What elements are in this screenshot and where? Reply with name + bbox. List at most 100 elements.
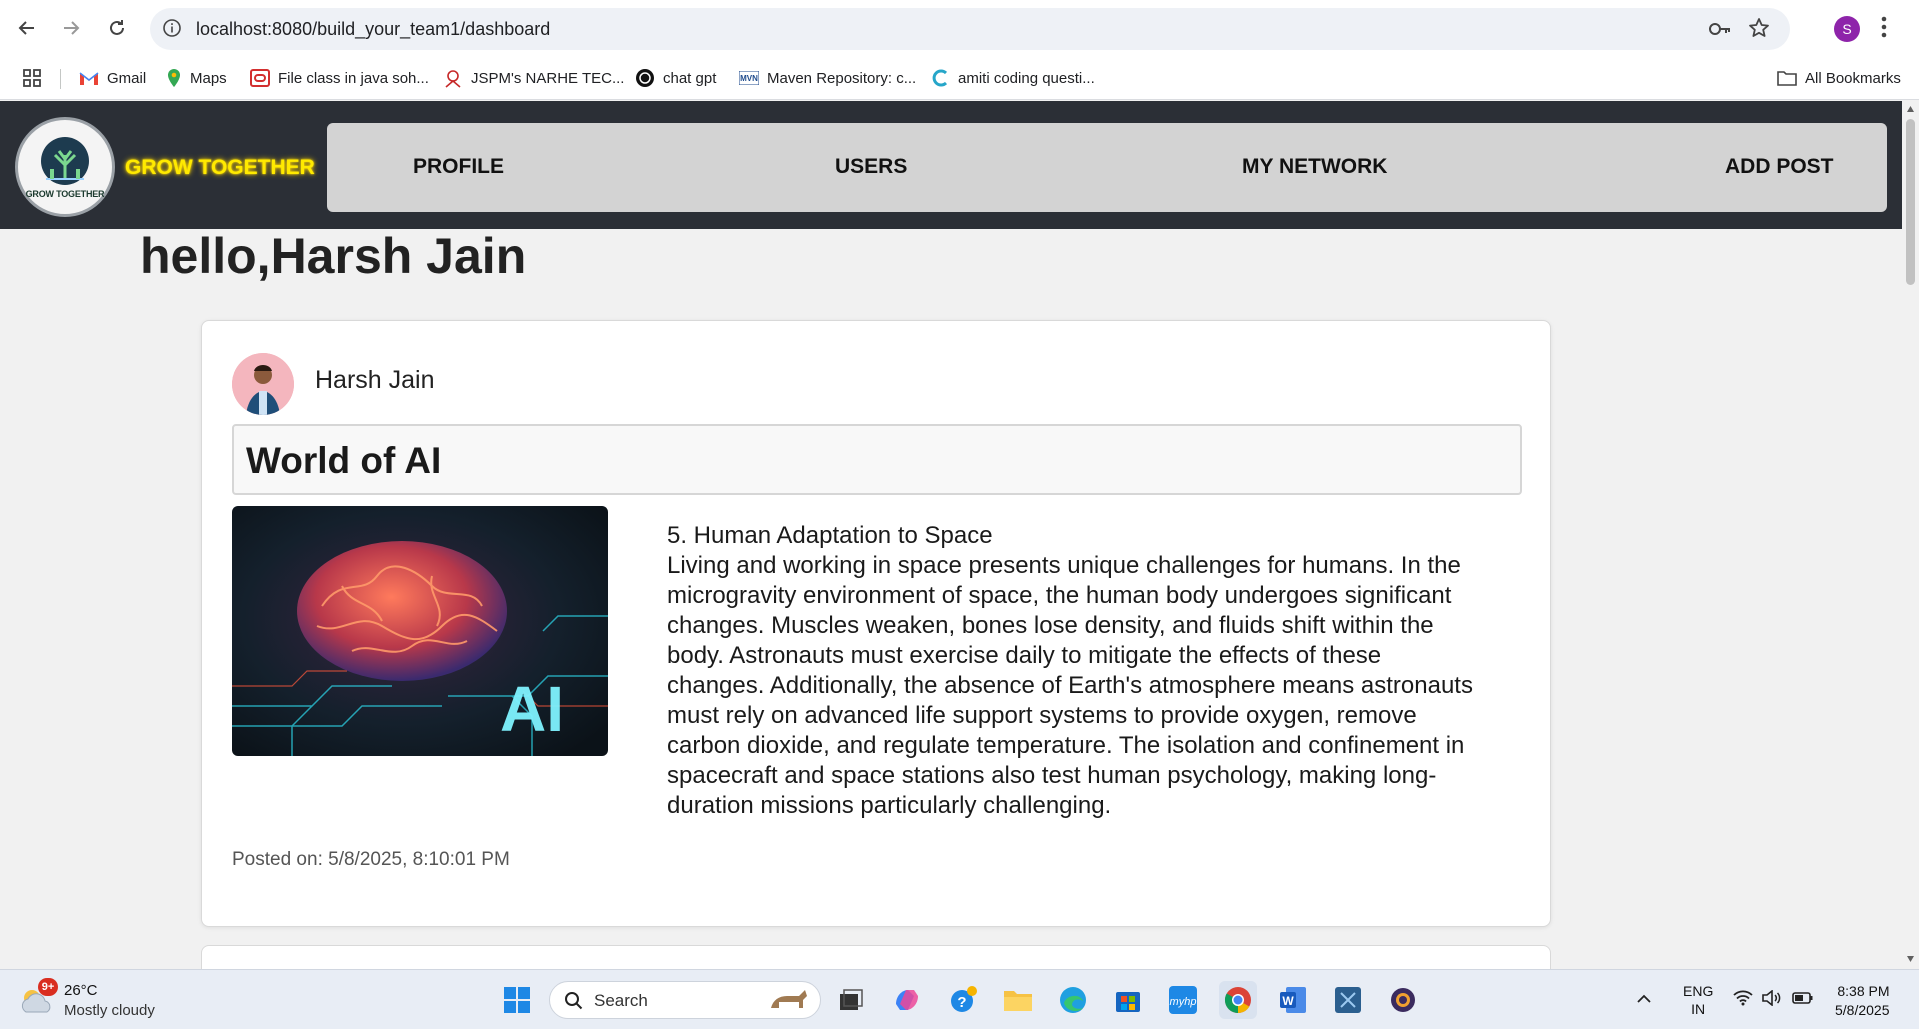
help-icon[interactable]: ? bbox=[944, 981, 982, 1019]
tray-chevron-icon[interactable] bbox=[1636, 990, 1652, 1008]
region-code: IN bbox=[1691, 1001, 1706, 1017]
nav-my-network[interactable]: MY NETWORK bbox=[1242, 155, 1387, 179]
copilot-icon[interactable] bbox=[888, 981, 926, 1019]
brand-name: GROW TOGETHER bbox=[125, 156, 315, 179]
bookmark-gmail[interactable]: Gmail bbox=[79, 64, 146, 92]
password-key-icon[interactable] bbox=[1708, 19, 1732, 44]
oracle-icon bbox=[250, 69, 270, 87]
all-bookmarks[interactable]: All Bookmarks bbox=[1777, 64, 1901, 92]
post-body-line: microgravity environment of space, the h… bbox=[667, 582, 1452, 609]
bookmark-chat-gpt[interactable]: chat gpt bbox=[635, 64, 716, 92]
svg-text:?: ? bbox=[957, 994, 966, 1011]
battery-icon[interactable] bbox=[1792, 991, 1814, 1009]
maps-pin-icon bbox=[168, 69, 180, 87]
bookmark-label: amiti coding questi... bbox=[958, 69, 1095, 87]
author-avatar[interactable] bbox=[232, 353, 294, 415]
profile-avatar[interactable]: S bbox=[1834, 16, 1860, 42]
hp-app-icon[interactable]: myhp bbox=[1164, 981, 1202, 1019]
browser-toolbar: localhost:8080/build_your_team1/dashboar… bbox=[0, 0, 1919, 56]
weather-condition: Mostly cloudy bbox=[64, 1002, 155, 1019]
post-body: 5. Human Adaptation to Space Living and … bbox=[667, 521, 1527, 821]
post-body-line: Living and working in space presents uni… bbox=[667, 552, 1461, 579]
reload-icon[interactable] bbox=[101, 12, 133, 44]
file-explorer-icon[interactable] bbox=[999, 981, 1037, 1019]
post-body-line: changes. Muscles weaken, bones lose dens… bbox=[667, 612, 1434, 639]
vscode-icon[interactable] bbox=[1329, 981, 1367, 1019]
folder-icon bbox=[1777, 71, 1797, 86]
scrollbar-thumb[interactable] bbox=[1906, 119, 1915, 285]
scroll-down-arrow-icon[interactable] bbox=[1906, 955, 1915, 963]
gmail-icon bbox=[79, 72, 99, 85]
wifi-icon[interactable] bbox=[1733, 990, 1753, 1010]
word-icon[interactable]: W bbox=[1274, 981, 1312, 1019]
system-clock[interactable]: 8:38 PM 5/8/2025 bbox=[1835, 982, 1890, 1020]
bookmarks-bar: Gmail Maps File class in java soh... JSP… bbox=[0, 56, 1919, 100]
volume-icon[interactable] bbox=[1762, 989, 1782, 1010]
bookmark-jspm[interactable]: JSPM's NARHE TEC... bbox=[443, 64, 624, 92]
site-info-icon[interactable] bbox=[162, 18, 182, 43]
bookmark-file-class[interactable]: File class in java soh... bbox=[250, 64, 429, 92]
taskbar-search[interactable]: Search bbox=[549, 981, 821, 1019]
post-body-line: body. Astronauts must exercise daily to … bbox=[667, 642, 1382, 669]
post-title: World of AI bbox=[246, 440, 442, 481]
post-body-line: changes. Additionally, the absence of Ea… bbox=[667, 672, 1473, 699]
post-body-line: 5. Human Adaptation to Space bbox=[667, 522, 993, 549]
windows-taskbar: 9+ 26°C Mostly cloudy Search ? myhp W EN… bbox=[0, 969, 1919, 1029]
address-bar[interactable]: localhost:8080/build_your_team1/dashboar… bbox=[150, 8, 1790, 50]
main-nav: PROFILE USERS MY NETWORK ADD POST bbox=[327, 123, 1887, 212]
bookmark-maven[interactable]: MVN Maven Repository: c... bbox=[739, 64, 916, 92]
svg-text:myhp: myhp bbox=[1170, 996, 1197, 1008]
weather-notification-badge: 9+ bbox=[38, 978, 58, 996]
post-body-line: must rely on advanced life support syste… bbox=[667, 702, 1417, 729]
bookmark-label: Gmail bbox=[107, 69, 147, 87]
post-author-name[interactable]: Harsh Jain bbox=[315, 366, 435, 395]
maven-icon: MVN bbox=[739, 71, 759, 85]
bookmark-maps[interactable]: Maps bbox=[166, 64, 227, 92]
browser-menu-icon[interactable] bbox=[1880, 14, 1888, 45]
search-icon bbox=[565, 992, 583, 1010]
bookmark-label: Maps bbox=[190, 69, 227, 87]
svg-text:MVN: MVN bbox=[740, 74, 758, 83]
post-body-line: duration missions particularly challengi… bbox=[667, 792, 1112, 819]
windows-start-icon[interactable] bbox=[498, 981, 536, 1019]
image-ai-label: AI bbox=[500, 673, 564, 745]
greeting-heading: hello,Harsh Jain bbox=[140, 228, 527, 284]
bookmark-label: JSPM's NARHE TEC... bbox=[471, 69, 625, 87]
eclipse-icon[interactable] bbox=[1384, 981, 1422, 1019]
bookmark-label: chat gpt bbox=[663, 69, 717, 87]
store-icon[interactable] bbox=[1109, 981, 1147, 1019]
taskbar-search-placeholder: Search bbox=[594, 991, 648, 1010]
back-icon[interactable] bbox=[11, 12, 43, 44]
all-bookmarks-label: All Bookmarks bbox=[1805, 69, 1901, 87]
bookmark-label: File class in java soh... bbox=[278, 69, 429, 87]
post-card: Harsh Jain World of AI AI 5. Human Adapt… bbox=[201, 320, 1551, 927]
scroll-up-arrow-icon[interactable] bbox=[1906, 105, 1915, 113]
nav-profile[interactable]: PROFILE bbox=[413, 155, 504, 179]
logo-text: GROW TOGETHER bbox=[25, 189, 105, 199]
clock-time: 8:38 PM bbox=[1837, 983, 1890, 999]
nav-users[interactable]: USERS bbox=[835, 155, 907, 179]
language-indicator[interactable]: ENG IN bbox=[1683, 982, 1713, 1018]
language-code: ENG bbox=[1683, 983, 1714, 999]
search-highlight-icon bbox=[771, 990, 807, 1008]
bookmark-star-icon[interactable] bbox=[1748, 17, 1770, 44]
forward-icon[interactable] bbox=[55, 12, 87, 44]
nav-add-post[interactable]: ADD POST bbox=[1725, 155, 1834, 179]
app-header: GROW TOGETHER GROW TOGETHER PROFILE USER… bbox=[0, 101, 1902, 229]
amiti-c-icon bbox=[932, 69, 948, 87]
clock-date: 5/8/2025 bbox=[1835, 1002, 1890, 1018]
app-logo[interactable]: GROW TOGETHER bbox=[15, 117, 115, 217]
chrome-icon[interactable] bbox=[1219, 981, 1257, 1019]
bookmark-amiti[interactable]: amiti coding questi... bbox=[932, 64, 1095, 92]
post-body-line: spacecraft and space stations also test … bbox=[667, 762, 1437, 789]
growth-plant-icon bbox=[41, 137, 89, 185]
jspm-logo-icon bbox=[445, 70, 461, 88]
edge-browser-icon[interactable] bbox=[1054, 981, 1092, 1019]
task-view-icon[interactable] bbox=[832, 981, 870, 1019]
page-scrollbar[interactable] bbox=[1902, 101, 1919, 969]
apps-grid-icon[interactable] bbox=[22, 64, 42, 92]
next-post-card bbox=[201, 945, 1551, 969]
url-text[interactable]: localhost:8080/build_your_team1/dashboar… bbox=[196, 19, 550, 40]
weather-widget[interactable]: 9+ 26°C Mostly cloudy bbox=[18, 978, 168, 1022]
page-viewport: GROW TOGETHER GROW TOGETHER PROFILE USER… bbox=[0, 101, 1902, 969]
